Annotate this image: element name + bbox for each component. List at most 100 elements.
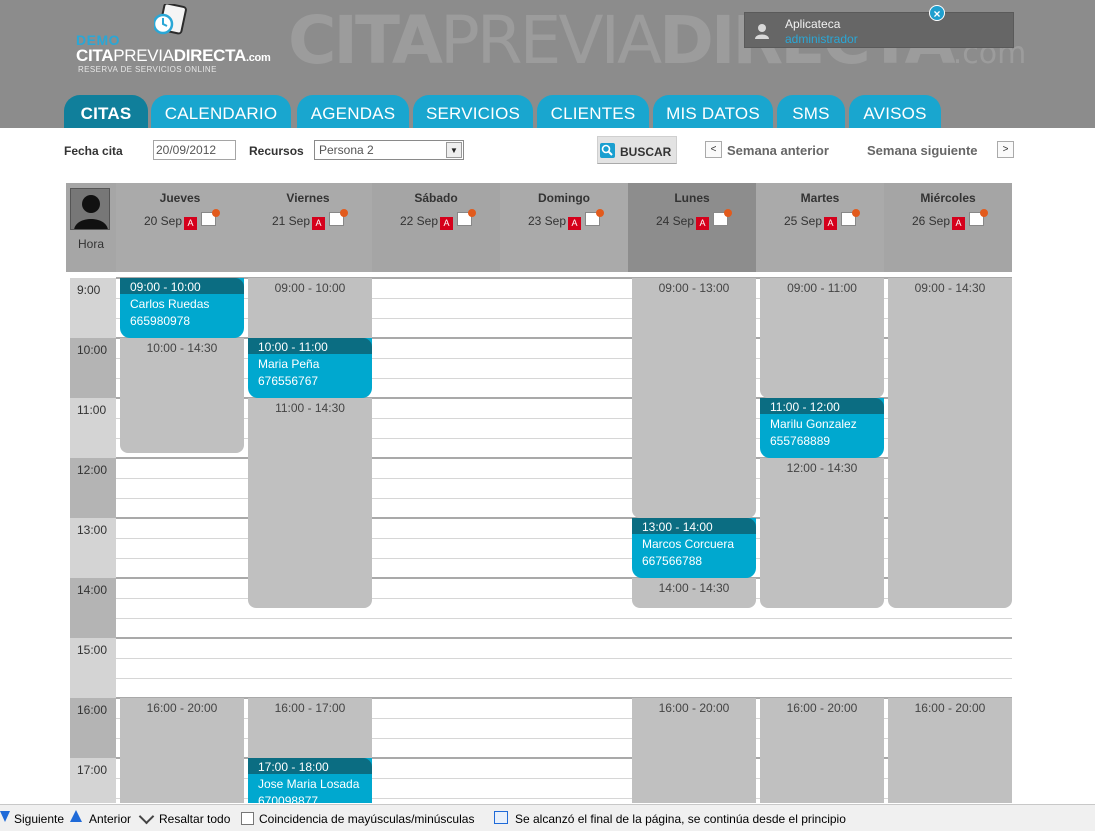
fecha-cita-input[interactable]: 20/09/2012 <box>153 140 236 160</box>
prev-week-link[interactable]: Semana anterior <box>727 143 829 158</box>
highlight-all-button[interactable]: Resaltar todo <box>159 812 230 826</box>
sub-gridline <box>116 678 1012 679</box>
print-agenda-icon[interactable] <box>585 209 605 226</box>
print-agenda-icon[interactable] <box>329 209 349 226</box>
availability-block[interactable]: 16:00 - 20:00 <box>120 698 244 803</box>
tab-avisos[interactable]: AVISOS <box>849 95 941 128</box>
day-date: 23 Sep A <box>500 209 628 230</box>
appointment-phone: 676556767 <box>258 374 319 388</box>
day-date: 25 Sep A <box>756 209 884 230</box>
recursos-select[interactable]: Persona 2 ▼ <box>314 140 464 160</box>
hour-gridline <box>116 637 1012 639</box>
next-week-link[interactable]: Semana siguiente <box>867 143 978 158</box>
day-date-label: 24 Sep <box>655 214 695 228</box>
tab-clientes[interactable]: CLIENTES <box>537 95 649 128</box>
logo-wordmark: CITAPREVIADIRECTA.com <box>76 46 271 65</box>
pdf-icon[interactable]: A <box>184 217 198 230</box>
availability-label: 16:00 - 20:00 <box>914 701 986 715</box>
day-name: Miércoles <box>920 191 976 205</box>
chevron-down-icon[interactable]: ▼ <box>446 142 462 158</box>
pdf-icon[interactable]: A <box>440 217 454 230</box>
availability-block[interactable]: 16:00 - 20:00 <box>888 698 1012 803</box>
appointment-block[interactable]: 11:00 - 12:00 Marilu Gonzalez 655768889 <box>760 398 884 458</box>
pdf-icon[interactable]: A <box>824 217 838 230</box>
pdf-icon[interactable]: A <box>952 217 966 230</box>
wrap-around-icon <box>494 811 508 824</box>
appointment-client-name: Marcos Corcuera <box>642 537 735 551</box>
match-case-checkbox[interactable] <box>241 812 254 825</box>
logo-tagline: RESERVA DE SERVICIOS ONLINE <box>78 65 217 74</box>
print-agenda-icon[interactable] <box>713 209 733 226</box>
hour-label: 17:00 <box>70 758 116 803</box>
availability-label: 14:00 - 14:30 <box>658 581 730 595</box>
find-prev-button[interactable]: Anterior <box>89 812 131 826</box>
availability-block[interactable]: 11:00 - 14:30 <box>248 398 372 608</box>
day-date-label: 26 Sep <box>911 214 951 228</box>
appointment-time: 11:00 - 12:00 <box>760 398 884 414</box>
pdf-icon[interactable]: A <box>568 217 582 230</box>
pdf-icon[interactable]: A <box>696 217 710 230</box>
user-icon <box>755 24 769 39</box>
print-agenda-icon[interactable] <box>969 209 989 226</box>
day-date: 22 Sep A <box>372 209 500 230</box>
availability-label: 11:00 - 14:30 <box>275 401 345 415</box>
tab-sms[interactable]: SMS <box>777 95 845 128</box>
next-week-chevron-icon[interactable]: > <box>997 141 1014 158</box>
availability-block[interactable]: 14:00 - 14:30 <box>632 578 756 608</box>
print-agenda-icon[interactable] <box>841 209 861 226</box>
day-header: Jueves 20 Sep A <box>116 183 244 272</box>
hour-label: 13:00 <box>70 518 116 578</box>
print-agenda-icon[interactable] <box>201 209 221 226</box>
appointment-block[interactable]: 09:00 - 10:00 Carlos Ruedas 665980978 <box>120 278 244 338</box>
prev-week-chevron-icon[interactable]: < <box>705 141 722 158</box>
tab-servicios[interactable]: SERVICIOS <box>413 95 533 128</box>
find-status-message: Se alcanzó el final de la página, se con… <box>515 812 846 826</box>
highlighter-icon <box>138 808 155 825</box>
user-name-link[interactable]: administrador <box>785 32 858 46</box>
week-calendar: Hora Jueves 20 Sep A Viernes 21 Sep A Sábado 22… <box>66 183 1012 803</box>
print-agenda-icon[interactable] <box>457 209 477 226</box>
availability-block[interactable]: 10:00 - 14:30 <box>120 338 244 453</box>
availability-label: 12:00 - 14:30 <box>786 461 858 475</box>
availability-block[interactable]: 09:00 - 13:00 <box>632 278 756 518</box>
appointment-block[interactable]: 17:00 - 18:00 Jose Maria Losada 670098877 <box>248 758 372 803</box>
availability-block[interactable]: 16:00 - 17:00 <box>248 698 372 758</box>
availability-block[interactable]: 09:00 - 11:00 <box>760 278 884 398</box>
tab-calendario[interactable]: CALENDARIO <box>151 95 291 128</box>
tab-citas[interactable]: CITAS <box>64 95 148 128</box>
arrow-up-icon[interactable] <box>70 810 82 822</box>
calendar-clock-icon <box>154 4 187 35</box>
day-date-label: 25 Sep <box>783 214 823 228</box>
availability-block[interactable]: 12:00 - 14:30 <box>760 458 884 608</box>
hora-header: Hora <box>66 183 116 272</box>
day-date: 24 Sep A <box>628 209 756 230</box>
day-header: Domingo 23 Sep A <box>500 183 628 272</box>
day-header: Viernes 21 Sep A <box>244 183 372 272</box>
appointment-block[interactable]: 13:00 - 14:00 Marcos Corcuera 667566788 <box>632 518 756 578</box>
availability-block[interactable]: 16:00 - 20:00 <box>760 698 884 803</box>
avatar <box>70 188 110 230</box>
availability-label: 09:00 - 11:00 <box>787 281 857 295</box>
day-date-label: 21 Sep <box>271 214 311 228</box>
appointment-block[interactable]: 10:00 - 11:00 Maria Peña 676556767 <box>248 338 372 398</box>
find-next-button[interactable]: Siguiente <box>14 812 64 826</box>
close-icon[interactable]: × <box>929 5 945 21</box>
day-header: Martes 25 Sep A <box>756 183 884 272</box>
availability-block[interactable]: 09:00 - 10:00 <box>248 278 372 338</box>
match-case-label[interactable]: Coincidencia de mayúsculas/minúsculas <box>259 812 474 826</box>
hour-label: 16:00 <box>70 698 116 758</box>
tab-mis-datos[interactable]: MIS DATOS <box>653 95 773 128</box>
arrow-down-icon[interactable] <box>0 811 10 822</box>
buscar-button[interactable]: BUSCAR <box>597 136 677 164</box>
availability-label: 16:00 - 17:00 <box>274 701 346 715</box>
day-name: Sábado <box>414 191 458 205</box>
day-name: Viernes <box>286 191 330 205</box>
pdf-icon[interactable]: A <box>312 217 326 230</box>
appointment-phone: 665980978 <box>130 314 191 328</box>
tab-agendas[interactable]: AGENDAS <box>297 95 409 128</box>
hour-label: 10:00 <box>70 338 116 398</box>
availability-block[interactable]: 16:00 - 20:00 <box>632 698 756 803</box>
availability-block[interactable]: 09:00 - 14:30 <box>888 278 1012 608</box>
hour-label: 12:00 <box>70 458 116 518</box>
brand-logo[interactable]: DEMO CITAPREVIADIRECTA.com RESERVA DE SE… <box>76 4 286 76</box>
